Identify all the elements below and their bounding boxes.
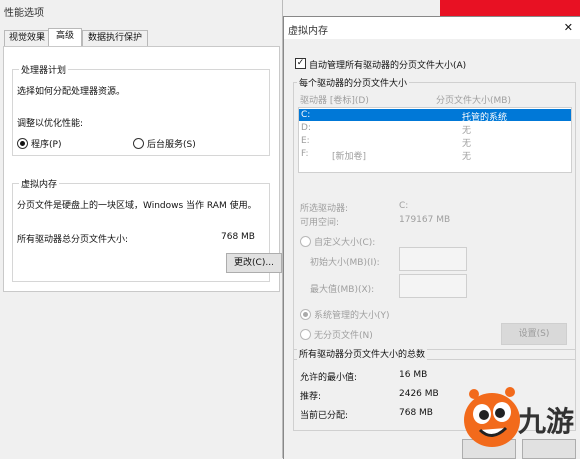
drive-size: 无: [462, 126, 472, 136]
drive-letter: F:: [301, 149, 309, 159]
radio-label: 后台服务(S): [147, 140, 196, 150]
radio-circle: [300, 329, 311, 340]
radio-system-managed[interactable]: 系统管理的大小(Y): [300, 308, 390, 321]
processor-desc: 选择如何分配处理器资源。: [17, 87, 126, 97]
radio-programs[interactable]: 程序(P): [17, 137, 61, 150]
min-label: 允许的最小值:: [300, 373, 358, 383]
performance-options-window: 性能选项 视觉效果 高级 数据执行保护 处理器计划 选择如何分配处理器资源。 调…: [0, 0, 283, 458]
radio-circle: [300, 309, 311, 320]
radio-custom-size[interactable]: 自定义大小(C):: [300, 235, 375, 248]
drive-list[interactable]: C: 托管的系统 D: 无 E: 无 F: [新加卷] 无: [298, 107, 572, 173]
drive-row-c[interactable]: C: 托管的系统: [299, 109, 571, 123]
auto-manage-label: 自动管理所有驱动器的分页文件大小(A): [309, 61, 467, 71]
drive-size: 无: [462, 152, 472, 162]
button-label: 更改(C)...: [234, 258, 274, 268]
current-label: 当前已分配:: [300, 411, 349, 421]
tab-label: 数据执行保护: [87, 33, 142, 43]
processor-scheduling-group: 处理器计划 选择如何分配处理器资源。 调整以优化性能: 程序(P) 后台服务(S…: [12, 63, 270, 156]
vm-total-label: 所有驱动器总分页文件大小:: [17, 235, 129, 245]
tab-visual-effects[interactable]: 视觉效果: [4, 30, 50, 46]
radio-label: 自定义大小(C):: [314, 238, 376, 248]
auto-manage-checkbox[interactable]: ✓: [295, 58, 306, 69]
selected-drive-label: 所选驱动器:: [300, 204, 349, 214]
jiuyou-logo: 九游: [460, 384, 578, 452]
tab-label: 视觉效果: [8, 33, 45, 43]
tab-advanced[interactable]: 高级: [48, 28, 82, 47]
radio-circle: [17, 138, 28, 149]
drive-size: 无: [462, 139, 472, 149]
dialog-titlebar: 虚拟内存 ✕: [284, 17, 580, 39]
close-icon[interactable]: ✕: [564, 21, 573, 34]
selected-drive-value: C:: [399, 201, 409, 211]
drive-row-e[interactable]: E: 无: [299, 136, 571, 149]
brand-text: 九游: [518, 405, 575, 438]
radio-label: 系统管理的大小(Y): [314, 311, 390, 321]
group-label: 虚拟内存: [19, 177, 60, 190]
per-drive-group: 每个驱动器的分页文件大小 驱动器 [卷标](D) 分页文件大小(MB) C: 托…: [293, 76, 576, 360]
mascot-icon: [464, 387, 520, 447]
free-space-label: 可用空间:: [300, 218, 340, 228]
drive-letter: D:: [301, 123, 311, 133]
drive-letter: E:: [301, 136, 310, 146]
set-button[interactable]: 设置(S): [501, 323, 567, 345]
radio-circle: [300, 236, 311, 247]
tab-label: 高级: [55, 31, 74, 41]
radio-label: 程序(P): [31, 140, 62, 150]
radio-circle: [133, 138, 144, 149]
radio-no-paging[interactable]: 无分页文件(N): [300, 328, 373, 341]
max-size-input[interactable]: [399, 274, 467, 298]
drive-label: [新加卷]: [332, 152, 367, 162]
group-label: 所有驱动器分页文件大小的总数: [297, 347, 428, 360]
recommended-label: 推荐:: [300, 392, 322, 402]
virtual-memory-group: 虚拟内存 分页文件是硬盘上的一块区域，Windows 当作 RAM 使用。 所有…: [12, 177, 282, 282]
drive-letter: C:: [301, 110, 311, 120]
advanced-tab-panel: 处理器计划 选择如何分配处理器资源。 调整以优化性能: 程序(P) 后台服务(S…: [3, 46, 282, 292]
group-label: 每个驱动器的分页文件大小: [297, 76, 410, 89]
dialog-title: 虚拟内存: [288, 26, 328, 37]
recommended-value: 2426 MB: [399, 389, 439, 399]
drive-row-f[interactable]: F: [新加卷] 无: [299, 149, 571, 162]
adjust-label: 调整以优化性能:: [17, 119, 84, 129]
size-column-header: 分页文件大小(MB): [436, 96, 511, 106]
current-value: 768 MB: [399, 408, 433, 418]
drive-row-d[interactable]: D: 无: [299, 123, 571, 136]
min-value: 16 MB: [399, 370, 428, 380]
radio-label: 无分页文件(N): [314, 331, 373, 341]
initial-size-label: 初始大小(MB)(I):: [310, 258, 380, 268]
free-space-value: 179167 MB: [399, 215, 451, 225]
tab-dep[interactable]: 数据执行保护: [82, 30, 148, 46]
initial-size-input[interactable]: [399, 247, 467, 271]
drive-column-header: 驱动器 [卷标](D): [300, 96, 369, 106]
vm-total-value: 768 MB: [221, 232, 255, 242]
group-label: 处理器计划: [19, 63, 69, 76]
max-size-label: 最大值(MB)(X):: [310, 285, 375, 295]
radio-background-services[interactable]: 后台服务(S): [133, 137, 196, 150]
change-button[interactable]: 更改(C)...: [226, 253, 282, 273]
button-label: 设置(S): [518, 329, 550, 339]
vm-desc: 分页文件是硬盘上的一块区域，Windows 当作 RAM 使用。: [17, 201, 257, 211]
drive-size: 托管的系统: [462, 113, 508, 123]
window-title: 性能选项: [4, 8, 44, 19]
